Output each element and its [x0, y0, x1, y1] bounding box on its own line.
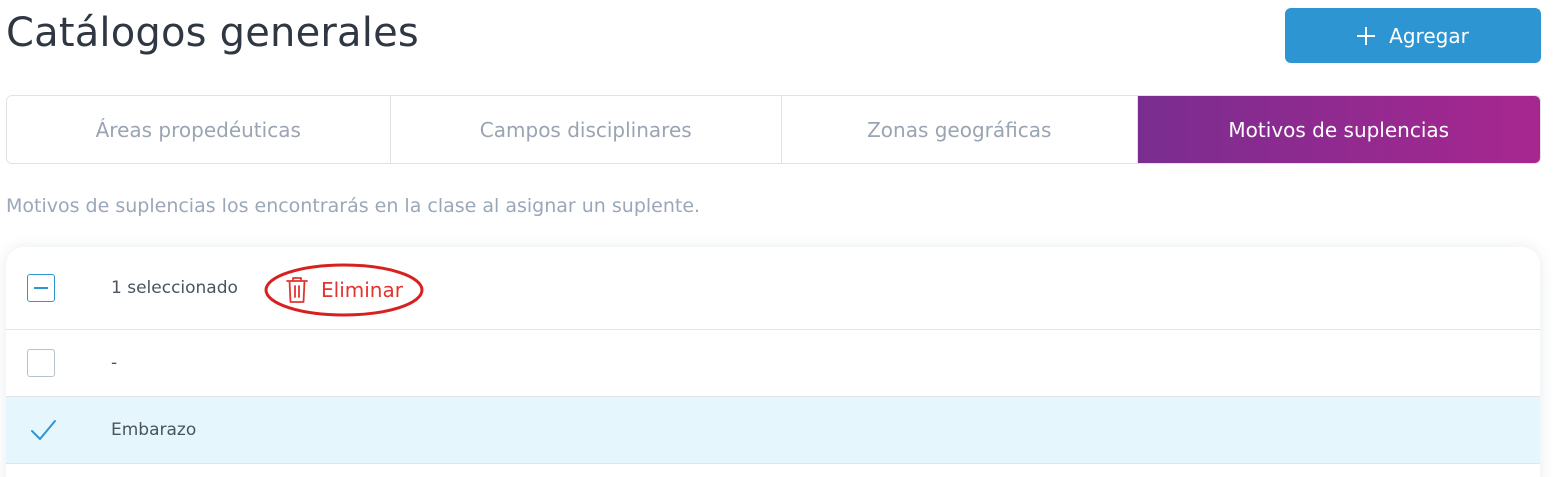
- tab-areas-propedeuticas[interactable]: Áreas propedéuticas: [7, 96, 391, 163]
- tab-description: Motivos de suplencias los encontrarás en…: [6, 195, 701, 217]
- row-name: -: [111, 353, 118, 373]
- table-row[interactable]: Embarazo: [6, 397, 1540, 464]
- catalog-tabs: Áreas propedéuticas Campos disciplinares…: [6, 95, 1541, 164]
- delete-button[interactable]: Eliminar: [264, 263, 424, 317]
- tab-motivos-de-suplencias[interactable]: Motivos de suplencias: [1137, 96, 1540, 163]
- trash-icon: [286, 277, 308, 303]
- add-button[interactable]: Agregar: [1285, 8, 1541, 63]
- row-name: Embarazo: [111, 420, 197, 440]
- tab-zonas-geograficas[interactable]: Zonas geográficas: [781, 96, 1138, 163]
- plus-icon: [1357, 26, 1376, 45]
- delete-button-label: Eliminar: [321, 278, 403, 302]
- check-icon[interactable]: [28, 415, 58, 445]
- table-row[interactable]: [6, 464, 1540, 477]
- table-row[interactable]: -: [6, 330, 1540, 397]
- catalogs-page: Catálogos generales Agregar Áreas proped…: [0, 0, 1557, 477]
- select-all-checkbox[interactable]: [27, 274, 55, 302]
- catalog-table: 1 seleccionado Eliminar - Embarazo: [6, 247, 1540, 477]
- tab-campos-disciplinares[interactable]: Campos disciplinares: [390, 96, 782, 163]
- page-title: Catálogos generales: [6, 10, 419, 56]
- table-header-row: 1 seleccionado Eliminar: [6, 247, 1540, 330]
- row-checkbox[interactable]: [27, 349, 55, 377]
- add-button-label: Agregar: [1389, 23, 1469, 48]
- selection-count: 1 seleccionado: [111, 278, 238, 298]
